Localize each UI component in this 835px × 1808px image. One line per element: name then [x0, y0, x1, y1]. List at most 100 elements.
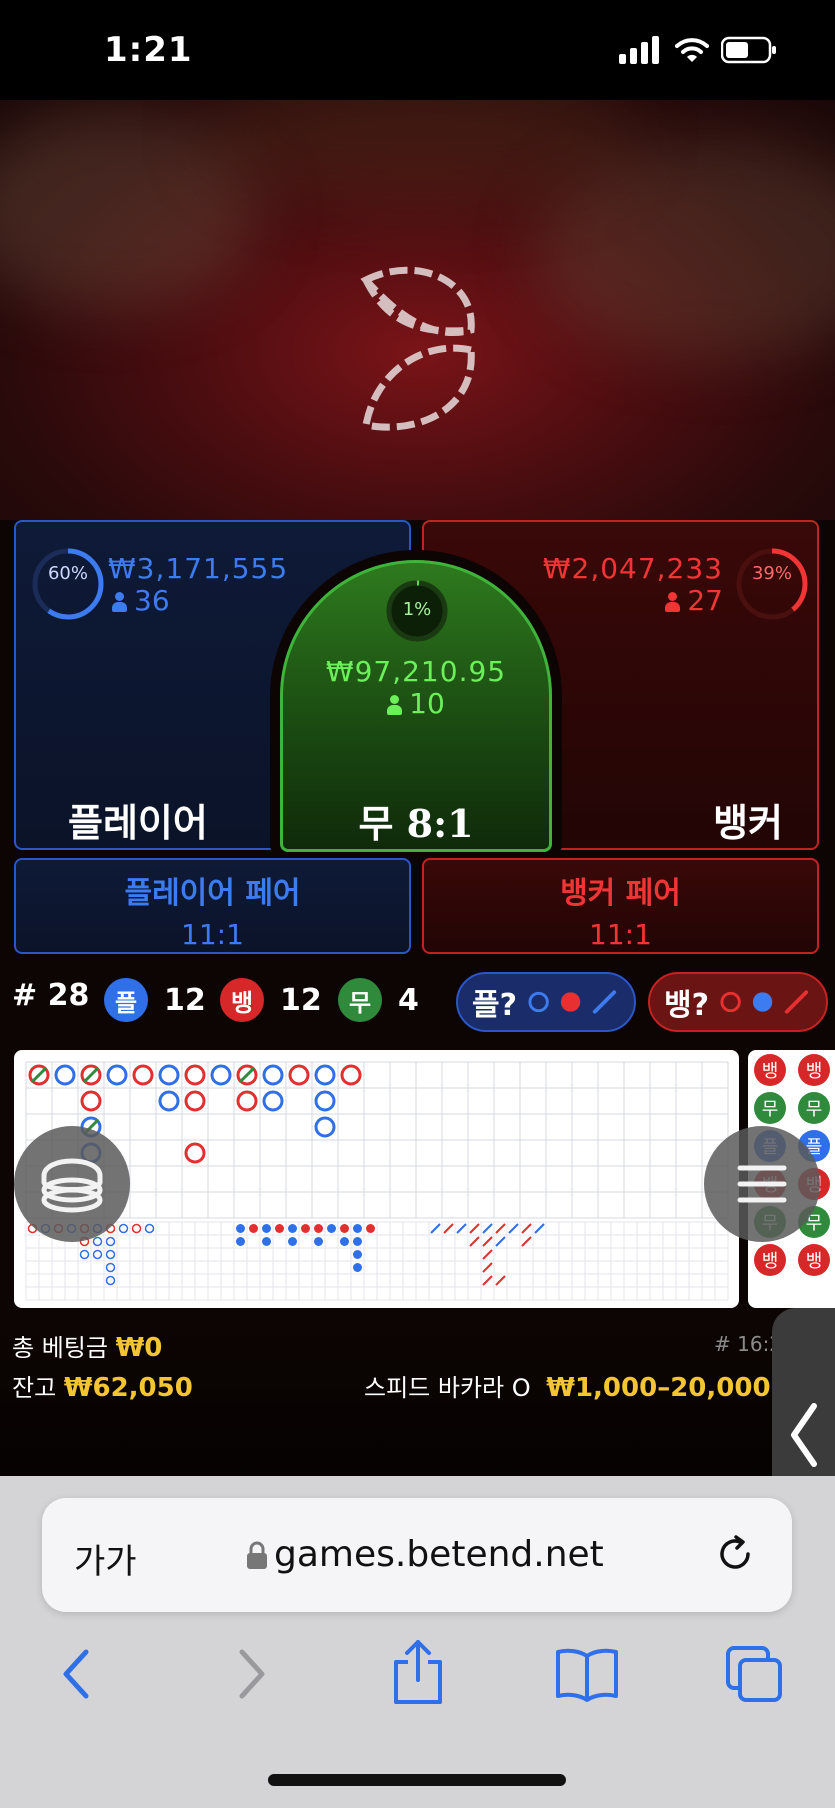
- road-mark: [158, 1090, 180, 1112]
- tie-mark: [30, 1066, 48, 1084]
- predict-icons: [720, 990, 809, 1014]
- logo-icon: [360, 266, 475, 431]
- back-icon[interactable]: [56, 1644, 96, 1704]
- tie-percent: 1%: [402, 599, 432, 620]
- tie-label: 무 8:1: [358, 801, 474, 846]
- predict-icons: [528, 990, 617, 1014]
- live-video: [0, 100, 835, 520]
- road-mark: [236, 1090, 258, 1112]
- big-eye-mark: [327, 1224, 336, 1233]
- lock-icon: [247, 1541, 267, 1569]
- road-mark: [158, 1064, 180, 1086]
- address-bar[interactable]: 가가 games.betend.net: [42, 1498, 792, 1612]
- table-limits: ₩1,000–20,000,(: [546, 1373, 793, 1403]
- banker-wins: 뱅 12: [220, 978, 322, 1022]
- banker-predict-label: 뱅?: [664, 988, 710, 1023]
- player-pair-bet-spot[interactable]: 플레이어 페어 11:1: [14, 858, 411, 954]
- tie-chip: 무: [338, 978, 382, 1022]
- banker-predict-button[interactable]: 뱅?: [648, 972, 828, 1032]
- banker-pair-title: 뱅커 페어: [560, 876, 681, 911]
- small-road-mark: [105, 1275, 116, 1286]
- small-road-mark: [79, 1249, 90, 1260]
- road-mark: [314, 1064, 336, 1086]
- menu-button[interactable]: [704, 1126, 820, 1242]
- cockroach-mark: [495, 1236, 506, 1247]
- player-wins: 플 12: [104, 978, 206, 1022]
- menu-icon: [737, 1165, 787, 1203]
- big-eye-mark: [366, 1224, 375, 1233]
- browser-chrome: 가가 games.betend.net: [0, 1476, 835, 1808]
- road-mark: [184, 1142, 206, 1164]
- player-amount: ₩3,171,555: [108, 552, 289, 585]
- reload-icon[interactable]: [714, 1532, 758, 1576]
- tie-count-stat-value: 4: [398, 982, 419, 1018]
- road-mark: [184, 1090, 206, 1112]
- total-bet: 총 베팅금 ₩0: [12, 1328, 162, 1363]
- cockroach-mark: [443, 1223, 454, 1234]
- big-eye-mark: [275, 1224, 284, 1233]
- player-pair-title: 플레이어 페어: [124, 876, 301, 911]
- tie-bet-spot[interactable]: 1% ₩97,210.95 10 무 8:1: [280, 560, 552, 852]
- banker-count: 27: [665, 584, 723, 617]
- wifi-icon: [675, 38, 709, 62]
- banker-percent-ring: [736, 548, 808, 620]
- big-eye-mark: [288, 1224, 297, 1233]
- cockroach-mark: [521, 1223, 532, 1234]
- banker-chip: 뱅: [220, 978, 264, 1022]
- tabs-icon[interactable]: [724, 1644, 786, 1706]
- player-predict-label: 플?: [472, 988, 518, 1023]
- cockroach-mark: [482, 1262, 493, 1273]
- battery-icon: [721, 36, 776, 64]
- tie-count-stat: 무 4: [338, 978, 419, 1022]
- big-eye-mark: [236, 1224, 245, 1233]
- cockroach-mark: [508, 1223, 519, 1234]
- table-view-button[interactable]: [14, 1126, 130, 1242]
- chevron-left-icon: [791, 1403, 817, 1467]
- road-mark: [288, 1064, 310, 1086]
- side-road-label: 뱅: [762, 1251, 779, 1272]
- road-mark: [210, 1064, 232, 1086]
- bet-info: 총 베팅금 ₩0 # 16:2 잔고 ₩62,050 스피드 바카라 O ₩1,…: [0, 1314, 835, 1476]
- text-size-button[interactable]: 가가: [74, 1534, 137, 1583]
- player-percent: 60%: [47, 563, 88, 584]
- person-icon: [665, 592, 681, 612]
- table-info: 스피드 바카라 O ₩1,000–20,000,(: [364, 1368, 792, 1403]
- cockroach-mark: [430, 1223, 441, 1234]
- cockroach-mark: [482, 1275, 493, 1286]
- bookmarks-icon[interactable]: [554, 1644, 620, 1704]
- tie-amount: ₩97,210.95: [325, 655, 507, 688]
- share-icon[interactable]: [390, 1638, 446, 1706]
- big-eye-mark: [340, 1224, 349, 1233]
- road-mark: [340, 1064, 362, 1086]
- url-text: games.betend.net: [274, 1534, 604, 1575]
- big-eye-mark: [288, 1237, 297, 1246]
- cockroach-mark: [495, 1223, 506, 1234]
- banker-label: 뱅커: [713, 801, 783, 845]
- tie-count: 10: [283, 687, 549, 720]
- forward-icon[interactable]: [232, 1644, 272, 1704]
- balance-label: 잔고: [12, 1374, 57, 1402]
- big-eye-mark: [314, 1237, 323, 1246]
- cockroach-mark: [456, 1223, 467, 1234]
- big-eye-mark: [262, 1237, 271, 1246]
- banker-percent: 39%: [751, 563, 792, 584]
- big-eye-mark: [236, 1237, 245, 1246]
- banker-pair-odds: 11:1: [589, 918, 652, 951]
- banker-pair-bet-spot[interactable]: 뱅커 페어 11:1: [422, 858, 819, 954]
- player-label: 플레이어: [68, 801, 208, 845]
- road-mark: [262, 1090, 284, 1112]
- big-eye-mark: [340, 1237, 349, 1246]
- stats-row: # 28 플 12 뱅 12 무 4 플? 뱅?: [0, 960, 835, 1044]
- cockroach-mark: [521, 1236, 532, 1247]
- road-mark: [314, 1090, 336, 1112]
- cockroach-mark: [534, 1223, 545, 1234]
- player-pair-odds: 11:1: [181, 918, 244, 951]
- table-name: 스피드 바카라 O: [364, 1374, 531, 1402]
- round-number: # 28: [12, 978, 90, 1013]
- home-indicator: [268, 1774, 566, 1786]
- big-eye-mark: [314, 1224, 323, 1233]
- player-predict-button[interactable]: 플?: [456, 972, 636, 1032]
- status-icons: [619, 36, 777, 64]
- side-road-label: 뱅: [806, 1061, 823, 1082]
- banker-wins-count: 12: [280, 982, 322, 1018]
